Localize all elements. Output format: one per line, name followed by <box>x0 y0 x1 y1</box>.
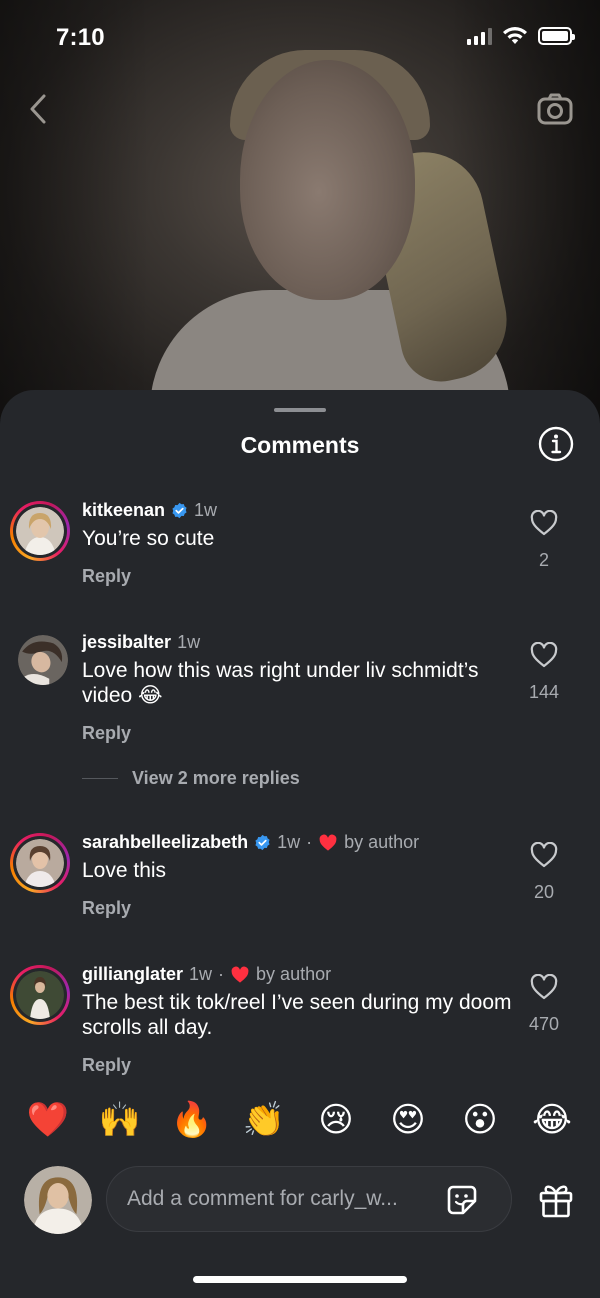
heart-outline-icon[interactable] <box>530 842 558 868</box>
like-count: 20 <box>533 882 555 902</box>
avatar-story-ring[interactable] <box>10 501 70 561</box>
by-author-label: by author <box>344 832 420 852</box>
like-count: 2 <box>538 550 549 570</box>
comment-like: 144 <box>514 642 574 703</box>
meta-separator: · <box>306 832 313 852</box>
meta-separator: · <box>218 964 225 984</box>
comments-sheet: Comments kitkeenan 1w You’re so cute Rep… <box>0 390 600 1298</box>
comment-input[interactable]: Add a comment for carly_w... <box>106 1166 512 1232</box>
comment-like: 470 <box>514 974 574 1035</box>
comment-like: 20 <box>514 842 574 903</box>
comment-age: 1w <box>177 632 201 652</box>
reaction-heart-eyes[interactable]: 😍 <box>386 1098 430 1142</box>
reply-button[interactable]: Reply <box>82 898 131 919</box>
comment-item: kitkeenan 1w You’re so cute Reply 2 <box>0 500 600 600</box>
heart-outline-icon[interactable] <box>530 974 558 1000</box>
comment-username[interactable]: kitkeenan <box>82 500 165 521</box>
avatar <box>16 507 64 555</box>
comment-age: 1w <box>189 964 213 984</box>
reaction-surprised[interactable]: 😮 <box>458 1098 502 1142</box>
home-indicator <box>193 1276 407 1283</box>
comment-username[interactable]: jessibalter <box>82 632 171 653</box>
comment-username[interactable]: sarahbelleelizabeth <box>82 832 248 853</box>
by-author-label: by author <box>256 964 332 984</box>
avatar <box>16 839 64 887</box>
verified-badge-icon <box>255 834 270 851</box>
comment-meta: gillianglater 1w · by author <box>82 964 331 985</box>
reaction-clap[interactable]: 👏 <box>242 1098 286 1142</box>
battery-icon <box>538 27 575 45</box>
status-bar: 7:10 <box>0 0 600 76</box>
sticker-icon[interactable] <box>443 1181 481 1219</box>
view-more-replies[interactable]: View 2 more replies <box>82 768 300 789</box>
comment-like: 2 <box>514 510 574 571</box>
comment-meta: jessibalter 1w <box>82 632 200 653</box>
back-chevron-icon[interactable] <box>24 92 52 126</box>
comment-username[interactable]: gillianglater <box>82 964 183 985</box>
cellular-signal-icon <box>467 27 492 45</box>
comment-text: The best tik tok/reel I’ve seen during m… <box>82 991 512 1039</box>
gift-icon[interactable] <box>538 1180 574 1218</box>
avatar <box>24 1166 92 1234</box>
my-avatar <box>24 1166 92 1234</box>
camera-icon[interactable] <box>536 90 574 128</box>
sheet-grabber[interactable] <box>274 408 326 412</box>
avatar <box>18 635 68 685</box>
comment-input-placeholder: Add a comment for carly_w... <box>127 1187 398 1210</box>
status-time: 7:10 <box>56 24 105 51</box>
avatar-wrap[interactable] <box>18 635 68 685</box>
author-liked-heart-icon <box>319 834 337 851</box>
comment-item: gillianglater 1w · by author The best ti… <box>0 964 600 1084</box>
reaction-heart[interactable]: ❤️ <box>26 1098 70 1142</box>
comment-age: 1w <box>277 832 301 852</box>
reply-button[interactable]: Reply <box>82 723 131 744</box>
avatar-story-ring[interactable] <box>10 833 70 893</box>
status-icons <box>467 26 575 46</box>
reaction-laughing[interactable]: 😂 <box>530 1098 574 1142</box>
sheet-title: Comments <box>240 432 360 458</box>
comment-age: 1w <box>194 500 218 520</box>
like-count: 470 <box>528 1014 560 1034</box>
divider <box>82 778 118 779</box>
comment-text: Love this <box>82 859 167 882</box>
comment-text: You’re so cute <box>82 527 215 550</box>
avatar <box>16 971 64 1019</box>
heart-outline-icon[interactable] <box>530 510 558 536</box>
comment-composer: Add a comment for carly_w... <box>0 1164 600 1234</box>
avatar-story-ring[interactable] <box>10 965 70 1025</box>
heart-outline-icon[interactable] <box>530 642 558 668</box>
comment-meta: kitkeenan 1w <box>82 500 217 521</box>
like-count: 144 <box>528 682 560 702</box>
comment-item: sarahbelleelizabeth 1w · by author Love … <box>0 832 600 932</box>
comment-meta: sarahbelleelizabeth 1w · by author <box>82 832 419 853</box>
wifi-icon <box>503 27 527 44</box>
reaction-fire[interactable]: 🔥 <box>170 1098 214 1142</box>
author-liked-heart-icon <box>231 966 249 983</box>
comment-item: jessibalter 1w Love how this was right u… <box>0 632 600 752</box>
verified-badge-icon <box>172 502 187 519</box>
reply-button[interactable]: Reply <box>82 1055 131 1076</box>
view-more-replies-label: View 2 more replies <box>132 768 300 788</box>
reaction-raised-hands[interactable]: 🙌 <box>98 1098 142 1142</box>
reaction-crying[interactable]: 😢 <box>314 1098 358 1142</box>
comment-text: Love how this was right under liv schmid… <box>82 659 479 707</box>
quick-reaction-bar: ❤️ 🙌 🔥 👏 😢 😍 😮 😂 <box>0 1098 600 1142</box>
info-icon[interactable] <box>538 426 574 462</box>
reply-button[interactable]: Reply <box>82 566 131 587</box>
video-subject-face <box>240 60 415 300</box>
